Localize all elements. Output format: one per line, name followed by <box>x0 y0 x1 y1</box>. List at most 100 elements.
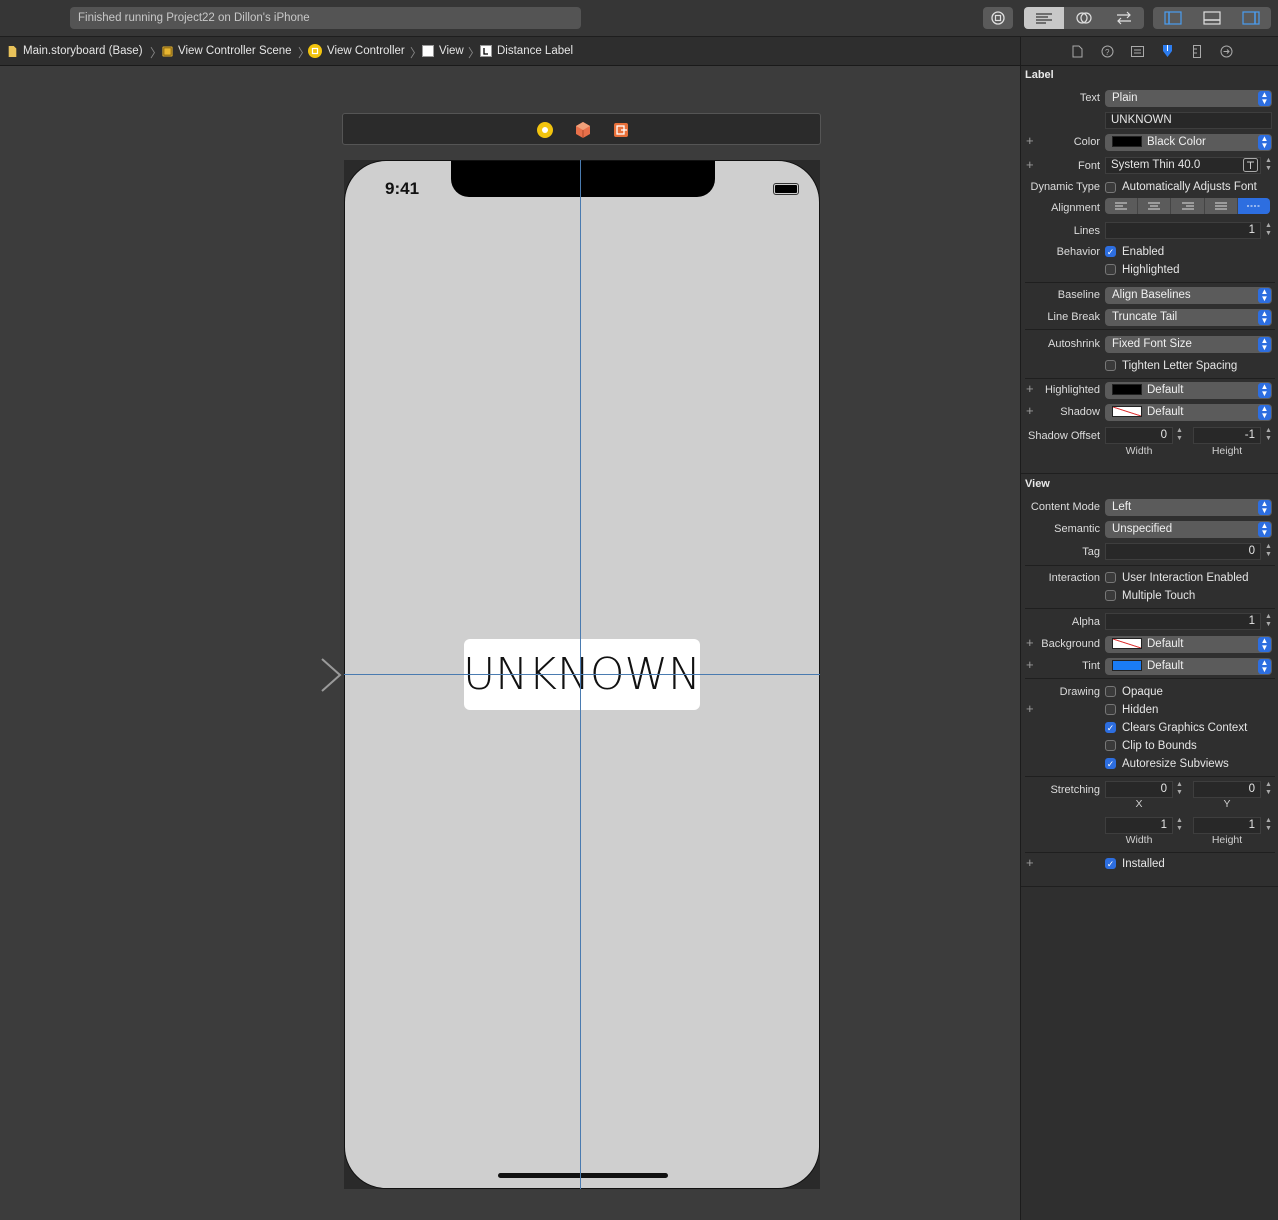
toolbar: Finished running Project22 on Dillon's i… <box>0 0 1278 37</box>
breadcrumb-view-controller[interactable]: View Controller <box>308 37 405 65</box>
version-editor-button[interactable] <box>1104 7 1144 29</box>
identity-inspector-tab[interactable] <box>1130 44 1144 58</box>
font-variation-plus-icon[interactable]: + <box>1026 157 1034 172</box>
align-justify-icon <box>1214 202 1227 209</box>
storyboard-file-icon <box>8 45 17 57</box>
first-responder-icon[interactable] <box>574 121 592 139</box>
font-picker-icon[interactable] <box>1243 158 1258 172</box>
breadcrumb-storyboard[interactable]: Main.storyboard (Base) <box>7 37 143 65</box>
line-break-popup[interactable]: Truncate Tail ▲ ▼ <box>1105 309 1272 326</box>
lines-stepper[interactable]: ▲ ▼ <box>1264 222 1273 239</box>
view-icon <box>422 45 434 57</box>
assistant-editor-button[interactable] <box>1064 7 1104 29</box>
clip-to-bounds-checkbox[interactable] <box>1105 740 1116 751</box>
hidden-checkbox[interactable] <box>1105 704 1116 715</box>
installed-label: Installed <box>1122 858 1165 870</box>
size-inspector-tab[interactable] <box>1190 44 1204 58</box>
highlighted-checkbox[interactable] <box>1105 264 1116 275</box>
breadcrumb-view[interactable]: View <box>422 37 464 65</box>
shadow-offset-width-field[interactable]: 0 <box>1105 427 1173 444</box>
semantic-popup[interactable]: Unspecified ▲ ▼ <box>1105 521 1272 538</box>
tag-field[interactable]: 0 <box>1105 543 1261 560</box>
font-field[interactable]: System Thin 40.0 <box>1105 157 1261 174</box>
align-justified-button[interactable] <box>1205 198 1238 214</box>
align-center-button[interactable] <box>1138 198 1172 214</box>
tighten-spacing-checkbox[interactable] <box>1105 360 1116 371</box>
library-button[interactable] <box>983 7 1013 29</box>
opaque-checkbox[interactable] <box>1105 686 1116 697</box>
installed-variation-plus-icon[interactable]: + <box>1026 855 1034 870</box>
bottom-panel-icon <box>1203 11 1221 25</box>
user-interaction-checkbox[interactable] <box>1105 572 1116 583</box>
shadow-width-stepper[interactable]: ▲ ▼ <box>1175 427 1184 444</box>
section-divider <box>1021 886 1278 887</box>
font-size-stepper[interactable]: ▲ ▼ <box>1264 157 1273 174</box>
clears-context-checkbox[interactable]: ✓ <box>1105 722 1116 733</box>
align-left-button[interactable] <box>1105 198 1139 214</box>
autoresize-checkbox[interactable]: ✓ <box>1105 758 1116 769</box>
view-controller-icon <box>308 44 322 58</box>
baseline-row-label: Baseline <box>1057 289 1100 301</box>
stretch-y-stepper[interactable]: ▲ ▼ <box>1264 781 1273 798</box>
enabled-checkbox[interactable]: ✓ <box>1105 246 1116 257</box>
horizontal-guide-overlay <box>464 674 700 675</box>
dynamic-type-checkbox[interactable] <box>1105 182 1116 193</box>
alpha-field[interactable]: 1 <box>1105 613 1261 630</box>
navigator-toggle-button[interactable] <box>1153 7 1193 29</box>
lines-field[interactable]: 1 <box>1105 222 1261 239</box>
quick-help-tab[interactable]: ? <box>1100 44 1114 58</box>
label-text-field[interactable]: UNKNOWN <box>1105 112 1272 129</box>
color-variation-plus-icon[interactable]: + <box>1026 133 1034 148</box>
stretch-width-stepper[interactable]: ▲ ▼ <box>1175 817 1184 834</box>
popup-chevron-icon: ▲ ▼ <box>1258 337 1271 352</box>
hidden-variation-plus-icon[interactable]: + <box>1026 701 1034 716</box>
label-icon <box>480 45 492 57</box>
text-type-popup[interactable]: Plain ▲ ▼ <box>1105 90 1272 107</box>
background-color-popup[interactable]: Default ▲ ▼ <box>1105 636 1272 653</box>
shadow-color-popup[interactable]: Default ▲ ▼ <box>1105 404 1272 421</box>
hidden-label: Hidden <box>1122 704 1159 716</box>
standard-editor-button[interactable] <box>1024 7 1064 29</box>
align-natural-button[interactable] <box>1237 198 1270 214</box>
stretch-height-stepper[interactable]: ▲ ▼ <box>1264 817 1273 834</box>
background-variation-plus-icon[interactable]: + <box>1026 635 1034 650</box>
stretch-x-stepper[interactable]: ▲ ▼ <box>1175 781 1184 798</box>
shadow-offset-height-field[interactable]: -1 <box>1193 427 1261 444</box>
activity-status: Finished running Project22 on Dillon's i… <box>70 7 581 29</box>
align-left-icon <box>1115 202 1128 209</box>
stretch-width-field[interactable]: 1 <box>1105 817 1173 834</box>
align-center-icon <box>1148 202 1161 209</box>
debug-area-toggle-button[interactable] <box>1192 7 1232 29</box>
baseline-popup[interactable]: Align Baselines ▲ ▼ <box>1105 287 1272 304</box>
multiple-touch-checkbox[interactable] <box>1105 590 1116 601</box>
tag-stepper[interactable]: ▲ ▼ <box>1264 543 1273 560</box>
stretch-y-field[interactable]: 0 <box>1193 781 1261 798</box>
view-controller-icon[interactable] <box>536 121 554 139</box>
shadow-height-stepper[interactable]: ▲ ▼ <box>1264 427 1273 444</box>
autoshrink-popup[interactable]: Fixed Font Size ▲ ▼ <box>1105 336 1272 353</box>
align-right-button[interactable] <box>1171 198 1205 214</box>
connections-inspector-tab[interactable] <box>1219 44 1233 58</box>
panel-toggle-segments <box>1153 7 1271 29</box>
tint-variation-plus-icon[interactable]: + <box>1026 657 1034 672</box>
alpha-stepper[interactable]: ▲ ▼ <box>1264 613 1273 630</box>
breadcrumb-distance-label[interactable]: Distance Label <box>480 37 573 65</box>
highlighted-color-popup[interactable]: Default ▲ ▼ <box>1105 382 1272 399</box>
attributes-inspector-tab[interactable] <box>1160 44 1174 58</box>
popup-chevron-icon: ▲ ▼ <box>1258 637 1271 652</box>
breadcrumb-scene[interactable]: View Controller Scene <box>162 37 292 65</box>
tint-color-popup[interactable]: Default ▲ ▼ <box>1105 658 1272 675</box>
align-right-icon <box>1181 202 1194 209</box>
highlighted-variation-plus-icon[interactable]: + <box>1026 381 1034 396</box>
exit-icon[interactable] <box>613 122 629 138</box>
file-inspector-tab[interactable] <box>1070 44 1084 58</box>
inspector-toggle-button[interactable] <box>1231 7 1271 29</box>
popup-chevron-icon: ▲ ▼ <box>1258 405 1271 420</box>
shadow-variation-plus-icon[interactable]: + <box>1026 403 1034 418</box>
text-color-popup[interactable]: Black Color ▲ ▼ <box>1105 134 1272 151</box>
stretch-height-field[interactable]: 1 <box>1193 817 1261 834</box>
installed-checkbox[interactable]: ✓ <box>1105 858 1116 869</box>
content-mode-popup[interactable]: Left ▲ ▼ <box>1105 499 1272 516</box>
stretch-x-field[interactable]: 0 <box>1105 781 1173 798</box>
section-divider <box>1025 776 1275 777</box>
